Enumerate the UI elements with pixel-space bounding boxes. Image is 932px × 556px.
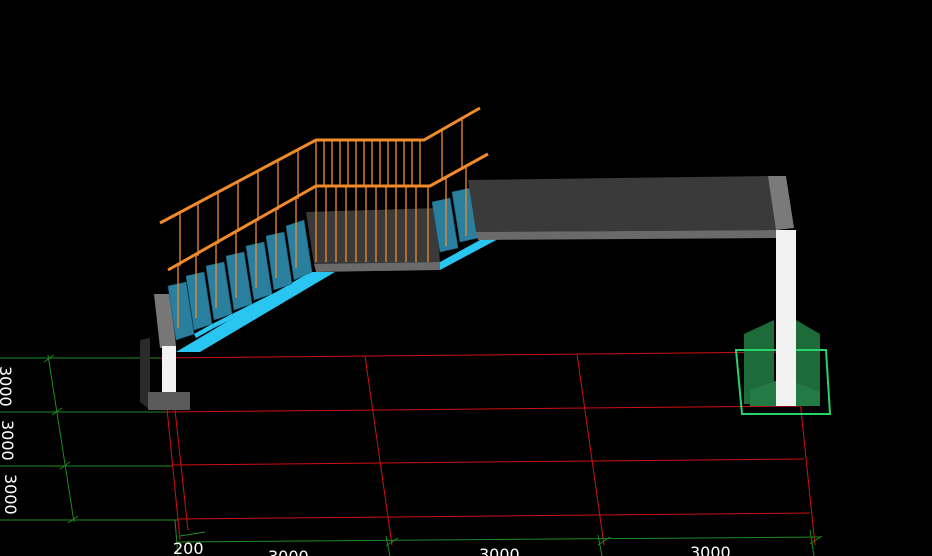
dim-label-v-1: 3000 bbox=[0, 366, 15, 407]
axis-grid bbox=[159, 351, 816, 546]
structure-scene[interactable]: 3000 3000 3000 200 3000 3000 3000 bbox=[0, 0, 932, 556]
lower-stair-flight[interactable] bbox=[167, 219, 335, 352]
dimension-lines bbox=[0, 354, 823, 556]
dim-label-h-2: 3000 bbox=[268, 547, 309, 556]
dim-label-h-4: 3000 bbox=[690, 543, 731, 556]
dim-label-v-2: 3000 bbox=[0, 420, 17, 461]
dim-label-h-3: 3000 bbox=[479, 545, 520, 556]
right-support[interactable] bbox=[734, 230, 832, 415]
bridge-deck[interactable] bbox=[468, 176, 794, 240]
3d-model-viewport[interactable]: 3000 3000 3000 200 3000 3000 3000 bbox=[0, 0, 932, 556]
dimension-labels-vertical: 3000 3000 3000 bbox=[0, 366, 20, 515]
dim-label-h-1: 200 bbox=[173, 539, 204, 556]
dim-label-v-3: 3000 bbox=[1, 474, 20, 515]
